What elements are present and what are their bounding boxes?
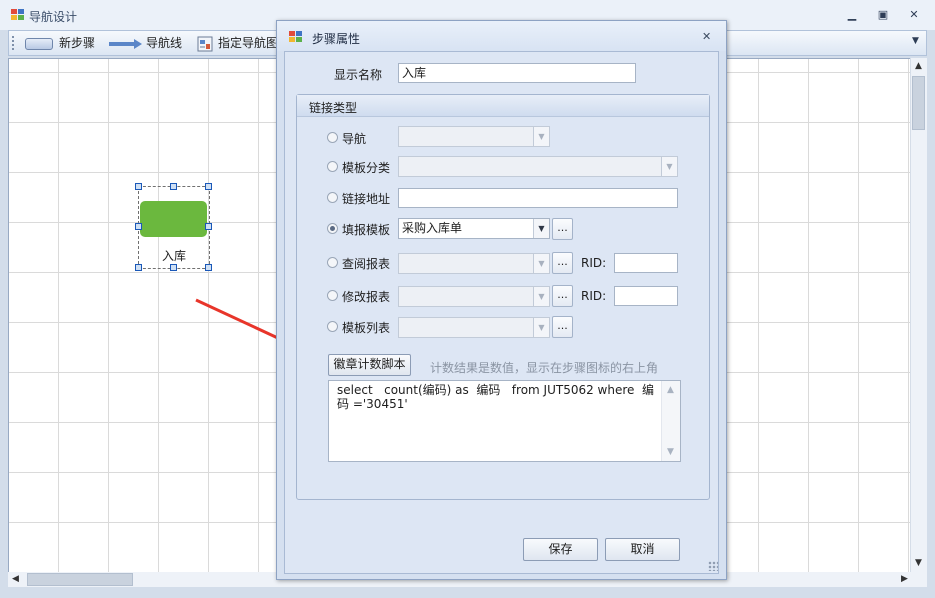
radio-nav[interactable] xyxy=(327,132,338,143)
main-window-title: 导航设计 xyxy=(29,10,78,24)
view-report-rid-input[interactable] xyxy=(614,253,678,273)
dialog-close-icon[interactable]: ✕ xyxy=(702,30,711,43)
radio-link-url-label[interactable]: 链接地址 xyxy=(342,190,390,207)
badge-count-script-button[interactable]: 徽章计数脚本 xyxy=(328,354,411,376)
resize-handle[interactable] xyxy=(135,264,142,271)
toolbar-grip-icon[interactable] xyxy=(12,36,14,50)
fill-template-select[interactable]: 采购入库单 ▼ xyxy=(398,218,550,239)
new-step-label: 新步骤 xyxy=(59,36,96,50)
scroll-down-icon[interactable]: ▼ xyxy=(667,447,674,457)
dialog-title-bar[interactable]: 步骤属性 ✕ xyxy=(277,21,726,51)
vertical-scroll-thumb[interactable] xyxy=(912,76,925,130)
edit-report-select[interactable]: ▼ xyxy=(398,286,550,307)
edit-report-browse-button[interactable]: ... xyxy=(552,285,573,307)
chevron-down-icon[interactable]: ▼ xyxy=(533,219,549,238)
display-name-label: 显示名称 xyxy=(334,68,383,82)
horizontal-scroll-thumb[interactable] xyxy=(27,573,133,586)
set-nav-image-label: 指定导航图 xyxy=(218,36,279,50)
resize-handle[interactable] xyxy=(135,223,142,230)
resize-handle[interactable] xyxy=(205,183,212,190)
radio-edit-report[interactable] xyxy=(327,290,338,301)
scroll-left-icon[interactable]: ◀ xyxy=(12,574,19,584)
chevron-down-icon[interactable]: ▼ xyxy=(533,287,549,306)
vertical-scrollbar[interactable]: ▲ ▼ xyxy=(910,58,927,572)
resize-handle[interactable] xyxy=(170,264,177,271)
close-icon[interactable]: ✕ xyxy=(907,9,921,21)
radio-template-category[interactable] xyxy=(327,161,338,172)
chevron-down-icon[interactable]: ▼ xyxy=(533,127,549,146)
scroll-right-icon[interactable]: ▶ xyxy=(901,574,908,584)
script-hint: 计数结果是数值，显示在步骤图标的右上角 xyxy=(430,361,659,375)
view-report-rid-label: RID: xyxy=(581,256,607,270)
scroll-up-icon[interactable]: ▲ xyxy=(667,385,674,395)
edit-report-rid-label: RID: xyxy=(581,289,607,303)
template-category-select[interactable]: ▼ xyxy=(398,156,678,177)
image-icon xyxy=(197,36,213,52)
chevron-down-icon[interactable]: ▼ xyxy=(533,254,549,273)
cancel-button[interactable]: 取消 xyxy=(605,538,680,561)
edit-report-rid-input[interactable] xyxy=(614,286,678,306)
nav-line-button[interactable]: 导航线 xyxy=(109,34,187,53)
set-nav-image-button[interactable]: 指定导航图 xyxy=(197,34,279,53)
step-node-shape[interactable] xyxy=(140,201,207,237)
dialog-app-icon xyxy=(289,31,303,43)
radio-nav-label[interactable]: 导航 xyxy=(342,130,366,147)
radio-view-report[interactable] xyxy=(327,257,338,268)
fill-template-value: 采购入库单 xyxy=(402,221,463,235)
radio-template-category-label[interactable]: 模板分类 xyxy=(342,159,390,176)
save-button[interactable]: 保存 xyxy=(523,538,598,561)
rounded-rect-icon xyxy=(25,38,53,50)
chevron-down-icon[interactable]: ▼ xyxy=(533,318,549,337)
step-node-label: 入库 xyxy=(161,249,186,263)
scroll-down-icon[interactable]: ▼ xyxy=(915,558,922,568)
link-type-group-header: 链接类型 xyxy=(297,95,709,117)
view-report-browse-button[interactable]: ... xyxy=(552,252,573,274)
resize-handle[interactable] xyxy=(205,264,212,271)
template-list-select[interactable]: ▼ xyxy=(398,317,550,338)
display-name-input[interactable]: 入库 xyxy=(398,63,636,83)
script-textarea[interactable]: select count(编码) as 编码 from JUT5062 wher… xyxy=(328,380,681,462)
minimize-icon[interactable]: ▁ xyxy=(845,9,859,21)
resize-handle[interactable] xyxy=(135,183,142,190)
radio-fill-template-label[interactable]: 填报模板 xyxy=(342,221,390,238)
app-icon xyxy=(11,9,25,21)
fill-template-browse-button[interactable]: ... xyxy=(552,218,573,240)
radio-edit-report-label[interactable]: 修改报表 xyxy=(342,288,390,305)
dialog-title: 步骤属性 xyxy=(312,32,361,46)
toolbar-overflow-icon[interactable]: ▼ xyxy=(912,36,919,46)
resize-handle[interactable] xyxy=(205,223,212,230)
radio-template-list[interactable] xyxy=(327,321,338,332)
scroll-up-icon[interactable]: ▲ xyxy=(915,61,922,71)
arrow-line-icon xyxy=(109,39,142,49)
radio-template-list-label[interactable]: 模板列表 xyxy=(342,319,390,336)
view-report-select[interactable]: ▼ xyxy=(398,253,550,274)
nav-line-label: 导航线 xyxy=(146,36,183,50)
radio-view-report-label[interactable]: 查阅报表 xyxy=(342,255,390,272)
resize-handle[interactable] xyxy=(170,183,177,190)
radio-link-url[interactable] xyxy=(327,192,338,203)
chevron-down-icon[interactable]: ▼ xyxy=(661,157,677,176)
radio-fill-template[interactable] xyxy=(327,223,338,234)
link-type-group-title: 链接类型 xyxy=(309,101,358,115)
script-scrollbar[interactable]: ▲ ▼ xyxy=(661,381,680,461)
new-step-button[interactable]: 新步骤 xyxy=(23,34,101,53)
template-list-browse-button[interactable]: ... xyxy=(552,316,573,338)
restore-icon[interactable]: ▣ xyxy=(876,9,890,21)
nav-select[interactable]: ▼ xyxy=(398,126,550,147)
resize-grip-icon[interactable] xyxy=(708,561,718,571)
link-url-input[interactable] xyxy=(398,188,678,208)
